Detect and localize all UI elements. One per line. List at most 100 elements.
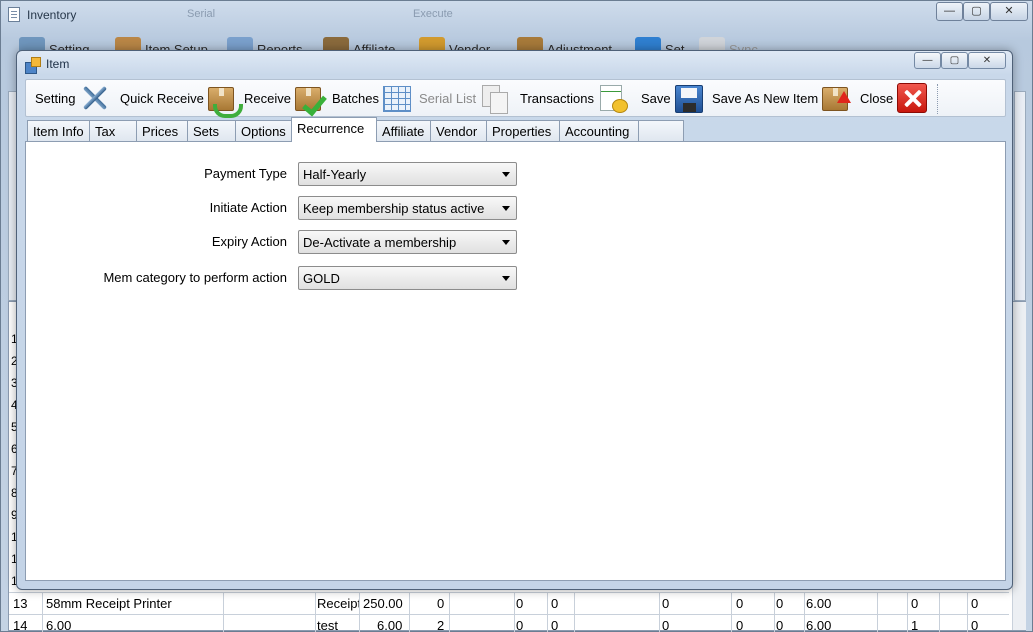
setting-label: Setting xyxy=(35,90,76,106)
table-row[interactable]: 13 58mm Receipt Printer Receipt 250.00 0… xyxy=(9,592,1009,632)
inventory-close-button[interactable]: ✕ xyxy=(990,2,1028,21)
serial-list-label: Serial List xyxy=(419,90,477,106)
chevron-down-icon xyxy=(502,276,510,281)
value-cell: 0 xyxy=(551,596,559,611)
transactions-icon xyxy=(598,83,630,113)
value-cell: 2 xyxy=(437,618,445,632)
initiate-action-label: Initiate Action xyxy=(209,200,287,215)
payment-type-label: Payment Type xyxy=(204,166,287,181)
chevron-down-icon xyxy=(502,240,510,245)
tab-vendor[interactable]: Vendor xyxy=(430,120,487,142)
inventory-right-panel xyxy=(1014,91,1026,301)
grid-vertical-scrollbar[interactable] xyxy=(1012,302,1026,630)
grid-icon xyxy=(382,86,411,112)
tab-affiliate[interactable]: Affiliate xyxy=(376,120,431,142)
inventory-maximize-button[interactable]: ▢ xyxy=(963,2,990,21)
dialog-maximize-button[interactable]: ▢ xyxy=(941,52,968,69)
transactions-button[interactable]: Transactions xyxy=(520,80,630,116)
value-cell: 0 xyxy=(736,596,744,611)
recurrence-panel: Payment Type Half-Yearly Initiate Action… xyxy=(25,141,1006,581)
value-cell: 0 xyxy=(776,596,784,611)
value-cell: 1 xyxy=(911,618,919,632)
toolbar-separator xyxy=(937,84,938,114)
tab-accounting[interactable]: Accounting xyxy=(559,120,639,142)
inventory-title: Inventory xyxy=(27,8,77,22)
transactions-label: Transactions xyxy=(520,90,594,106)
save-button[interactable]: Save xyxy=(641,80,703,116)
value-cell: 0 xyxy=(776,618,784,632)
close-label: Close xyxy=(860,90,894,106)
document-icon xyxy=(8,7,20,22)
tab-blank[interactable] xyxy=(638,120,684,142)
price-cell: 6.00 xyxy=(377,618,403,632)
row-number: 13 xyxy=(13,596,28,611)
tab-properties[interactable]: Properties xyxy=(486,120,560,142)
serial-list-button[interactable]: Serial List xyxy=(419,80,512,116)
inventory-blurred-field: Serial xyxy=(187,8,216,20)
item-type-cell: Receipt xyxy=(317,596,359,611)
chevron-down-icon xyxy=(502,172,510,177)
inventory-blurred-field: Execute xyxy=(413,8,453,20)
chevron-down-icon xyxy=(502,206,510,211)
payment-type-select[interactable]: Half-Yearly xyxy=(298,162,517,186)
item-dialog: Item — ▢ ✕ Setting Quick Receive Receive… xyxy=(16,50,1013,590)
tab-prices[interactable]: Prices xyxy=(136,120,188,142)
quick-receive-button[interactable]: Quick Receive xyxy=(120,80,243,118)
save-as-new-label: Save As New Item xyxy=(712,90,819,106)
value-cell: 0 xyxy=(736,618,744,632)
value-cell: 0 xyxy=(971,596,979,611)
tab-item-info[interactable]: Item Info xyxy=(27,120,90,142)
close-icon xyxy=(897,83,928,113)
value-cell: 0 xyxy=(551,618,559,632)
tab-sets[interactable]: Sets xyxy=(187,120,236,142)
batches-button[interactable]: Batches xyxy=(332,80,411,116)
value-cell: 0 xyxy=(516,618,524,632)
value-cell: 0 xyxy=(662,596,670,611)
item-name-cell: 6.00 xyxy=(46,618,72,632)
receive-label: Receive xyxy=(244,90,291,106)
table-row[interactable]: 14 6.00 test 6.00 2 0 0 0 0 0 6.00 1 0 xyxy=(9,614,1009,632)
save-as-new-item-button[interactable]: Save As New Item xyxy=(712,80,852,116)
value-cell: 0 xyxy=(911,596,919,611)
save-label: Save xyxy=(641,90,671,106)
item-type-cell: test xyxy=(317,618,338,632)
receive-button[interactable]: Receive xyxy=(244,80,321,116)
receive-box-icon xyxy=(207,87,243,118)
initiate-action-value: Keep membership status active xyxy=(303,201,485,216)
mem-category-label: Mem category to perform action xyxy=(103,270,287,285)
quick-receive-label: Quick Receive xyxy=(120,90,204,106)
expiry-action-label: Expiry Action xyxy=(211,234,287,249)
item-name-cell: 58mm Receipt Printer xyxy=(46,596,172,611)
item-toolbar: Setting Quick Receive Receive Batches Se… xyxy=(25,79,1006,118)
close-button[interactable]: Close xyxy=(860,80,928,116)
value-cell: 0 xyxy=(516,596,524,611)
documents-icon xyxy=(480,83,512,114)
box-check-icon xyxy=(294,87,321,111)
price-cell: 250.00 xyxy=(363,596,403,611)
setting-button[interactable]: Setting xyxy=(35,80,111,116)
dialog-close-button[interactable]: ✕ xyxy=(968,52,1006,69)
tab-recurrence[interactable]: Recurrence xyxy=(291,117,377,142)
payment-type-value: Half-Yearly xyxy=(303,167,367,182)
initiate-action-select[interactable]: Keep membership status active xyxy=(298,196,517,220)
inventory-titlebar: Inventory Serial Execute — ▢ ✕ xyxy=(1,1,1032,29)
amount-cell: 6.00 xyxy=(806,618,832,632)
wrench-icon xyxy=(79,83,111,113)
floppy-disk-icon xyxy=(674,84,703,113)
item-dialog-title: Item xyxy=(46,57,70,71)
row-number: 14 xyxy=(13,618,28,632)
mem-category-select[interactable]: GOLD xyxy=(298,266,517,290)
tab-tax[interactable]: Tax xyxy=(89,120,137,142)
value-cell: 0 xyxy=(437,596,445,611)
item-tabs: Item Info Tax Prices Sets Options Recurr… xyxy=(27,117,1007,142)
value-cell: 0 xyxy=(662,618,670,632)
dialog-minimize-button[interactable]: — xyxy=(914,52,941,69)
item-dialog-titlebar: Item — ▢ ✕ xyxy=(17,51,1012,77)
batches-label: Batches xyxy=(332,90,379,106)
expiry-action-select[interactable]: De-Activate a membership xyxy=(298,230,517,254)
tab-options[interactable]: Options xyxy=(235,120,292,142)
item-app-icon xyxy=(25,56,41,74)
amount-cell: 6.00 xyxy=(806,596,832,611)
inventory-minimize-button[interactable]: — xyxy=(936,2,963,21)
expiry-action-value: De-Activate a membership xyxy=(303,235,457,250)
